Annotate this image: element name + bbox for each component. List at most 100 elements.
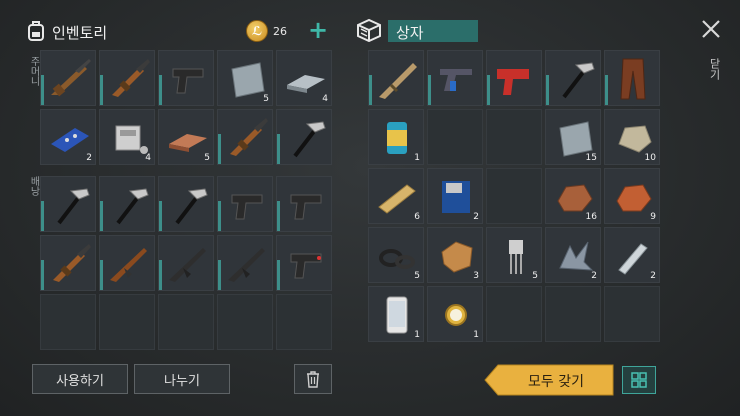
durability-bar bbox=[159, 260, 162, 290]
box-slot[interactable]: 1 bbox=[427, 286, 483, 342]
pocket-slot[interactable]: 4 bbox=[276, 50, 332, 106]
durability-bar bbox=[546, 75, 549, 105]
close-label: 닫기 bbox=[708, 58, 721, 80]
box-slot[interactable]: 2 bbox=[604, 227, 660, 283]
scar-rifle-icon bbox=[379, 63, 417, 99]
pocket-slot[interactable]: 5 bbox=[217, 50, 273, 106]
sort-grid-button[interactable] bbox=[622, 366, 656, 394]
item-count: 15 bbox=[585, 153, 597, 163]
box-slot[interactable] bbox=[486, 168, 542, 224]
box-slot[interactable]: 16 bbox=[545, 168, 601, 224]
item-count: 2 bbox=[650, 271, 656, 281]
pocket-slot[interactable] bbox=[217, 109, 273, 165]
grid-icon bbox=[631, 372, 647, 388]
pocket-slot[interactable] bbox=[276, 109, 332, 165]
item-count: 5 bbox=[532, 271, 538, 281]
box-slot[interactable]: 1 bbox=[368, 286, 424, 342]
durability-bar bbox=[159, 75, 162, 105]
durability-bar bbox=[100, 201, 103, 231]
durability-bar bbox=[41, 201, 44, 231]
item-count: 2 bbox=[86, 153, 92, 163]
box-slot[interactable] bbox=[486, 286, 542, 342]
box-slot[interactable] bbox=[486, 109, 542, 165]
hammer-icon bbox=[293, 121, 326, 158]
durability-bar bbox=[487, 75, 490, 105]
item-count: 4 bbox=[145, 153, 151, 163]
box-slot[interactable] bbox=[604, 286, 660, 342]
split-button[interactable]: 나누기 bbox=[134, 364, 230, 394]
box-slot[interactable]: 10 bbox=[604, 109, 660, 165]
backpack-slot[interactable] bbox=[40, 176, 96, 232]
backpack-slot[interactable] bbox=[158, 294, 214, 350]
pocket-slot[interactable]: 5 bbox=[158, 109, 214, 165]
backpack-slot[interactable] bbox=[217, 294, 273, 350]
item-count: 2 bbox=[473, 212, 479, 222]
box-slot[interactable] bbox=[545, 286, 601, 342]
box-slot[interactable]: 1 bbox=[368, 109, 424, 165]
item-count: 5 bbox=[204, 153, 210, 163]
box-slot[interactable] bbox=[368, 50, 424, 106]
shotgun-icon bbox=[53, 244, 91, 282]
durability-bar bbox=[100, 75, 103, 105]
item-count: 4 bbox=[322, 94, 328, 104]
box-slot[interactable]: 5 bbox=[486, 227, 542, 283]
box-slot[interactable]: 3 bbox=[427, 227, 483, 283]
durability-bar bbox=[41, 75, 44, 105]
pocket-slot[interactable]: 4 bbox=[99, 109, 155, 165]
item-count: 10 bbox=[644, 153, 656, 163]
box-slot[interactable] bbox=[486, 50, 542, 106]
backpack-slot[interactable] bbox=[99, 235, 155, 291]
item-count: 1 bbox=[414, 153, 420, 163]
durability-bar bbox=[277, 201, 280, 231]
backpack-slot[interactable] bbox=[99, 294, 155, 350]
ak-rifle-icon bbox=[110, 248, 147, 282]
coin-count: 26 bbox=[273, 25, 287, 38]
backpack-slot[interactable] bbox=[276, 235, 332, 291]
durability-bar bbox=[218, 201, 221, 231]
pocket-slot[interactable] bbox=[99, 50, 155, 106]
box-slot[interactable]: 15 bbox=[545, 109, 601, 165]
backpack-slot[interactable] bbox=[217, 235, 273, 291]
item-count: 5 bbox=[263, 94, 269, 104]
backpack-slot[interactable] bbox=[217, 176, 273, 232]
box-slot[interactable] bbox=[604, 50, 660, 106]
durability-bar bbox=[218, 260, 221, 290]
backpack-slot[interactable] bbox=[158, 176, 214, 232]
take-all-button[interactable]: 모두 갖기 bbox=[484, 364, 614, 396]
hammer-icon bbox=[116, 188, 149, 225]
box-slot[interactable]: 5 bbox=[368, 227, 424, 283]
durability-bar bbox=[41, 260, 44, 290]
backpack-slot[interactable] bbox=[40, 294, 96, 350]
box-slot[interactable]: 9 bbox=[604, 168, 660, 224]
pocket-slot[interactable]: 2 bbox=[40, 109, 96, 165]
durability-bar bbox=[159, 201, 162, 231]
pocket-slot[interactable] bbox=[40, 50, 96, 106]
box-slot[interactable] bbox=[427, 50, 483, 106]
trash-icon bbox=[307, 371, 319, 388]
backpack-slot[interactable] bbox=[99, 176, 155, 232]
assault-rifle-icon bbox=[228, 248, 265, 282]
assault-rifle-icon bbox=[169, 248, 206, 282]
close-icon[interactable] bbox=[700, 18, 722, 40]
add-coins-button[interactable]: + bbox=[308, 16, 328, 44]
pistol-icon bbox=[172, 68, 204, 94]
item-count: 2 bbox=[591, 271, 597, 281]
use-button[interactable]: 사용하기 bbox=[32, 364, 128, 394]
pistol-icon bbox=[231, 194, 263, 220]
box-slot[interactable] bbox=[545, 50, 601, 106]
box-slot[interactable] bbox=[427, 109, 483, 165]
box-slot[interactable]: 6 bbox=[368, 168, 424, 224]
trash-button[interactable] bbox=[294, 364, 332, 394]
hammer-icon bbox=[175, 188, 208, 225]
pocket-slot[interactable] bbox=[158, 50, 214, 106]
item-count: 1 bbox=[414, 330, 420, 340]
revolver-icon bbox=[440, 69, 472, 91]
box-slot[interactable]: 2 bbox=[427, 168, 483, 224]
box-slot[interactable]: 2 bbox=[545, 227, 601, 283]
pocket-label: 주머니 bbox=[28, 56, 39, 86]
backpack-slot[interactable] bbox=[158, 235, 214, 291]
backpack-slot[interactable] bbox=[40, 235, 96, 291]
backpack-slot[interactable] bbox=[276, 176, 332, 232]
backpack-slot[interactable] bbox=[276, 294, 332, 350]
durability-bar bbox=[605, 75, 608, 105]
